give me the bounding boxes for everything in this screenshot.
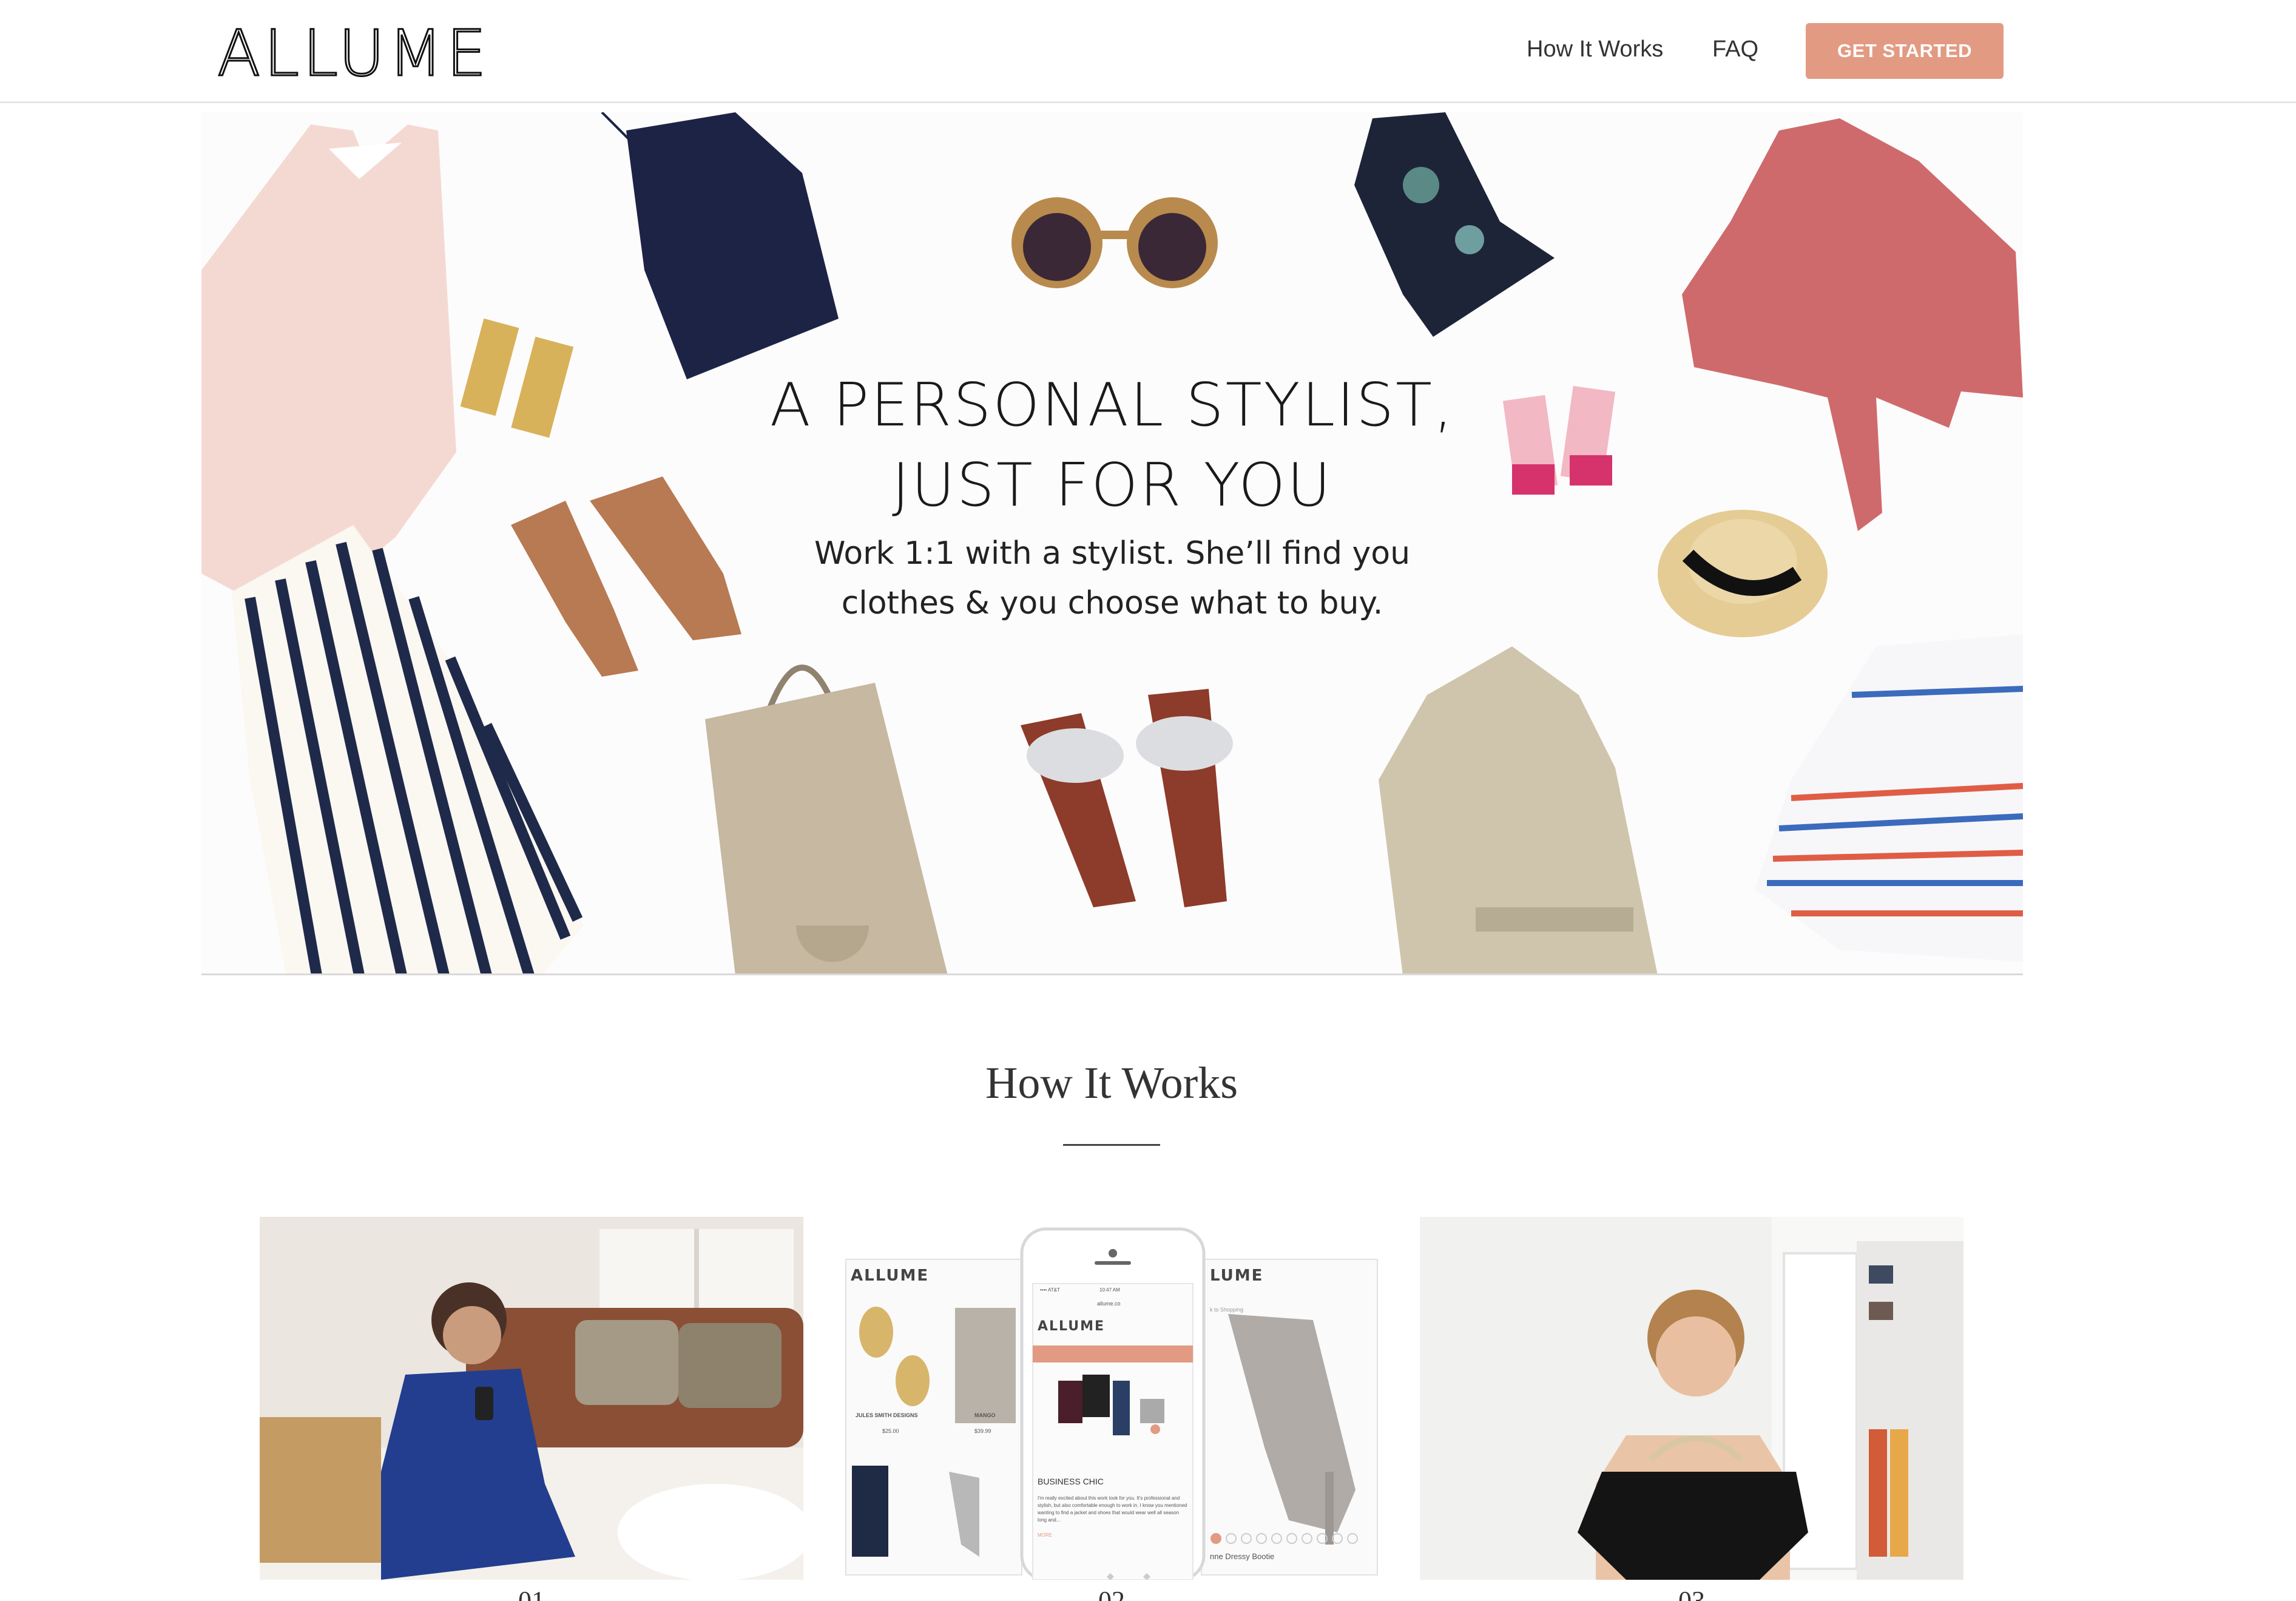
left-item2-price: $39.99 [974, 1428, 991, 1434]
nav-how-it-works[interactable]: How It Works [1527, 35, 1663, 63]
right-screen-caption: nne Dressy Bootie [1210, 1552, 1275, 1561]
how-it-works-card-2: ALLUME JULES SMITH DESIGNS $25.00 MANGO … [840, 1217, 1383, 1580]
scarf-image [1354, 112, 1555, 337]
how-it-works-card-1 [260, 1217, 803, 1580]
how-it-works-heading: How It Works [985, 1058, 1238, 1108]
step-number-2: 02 [1098, 1586, 1125, 1601]
phone-look-tag: BUSINESS CHIC [1038, 1477, 1104, 1486]
how-it-works-card-3 [1420, 1217, 1963, 1580]
left-item-price: $25.00 [882, 1428, 899, 1434]
right-screen-subtitle: k to Shopping [1210, 1307, 1244, 1313]
sunglasses-image [1011, 197, 1218, 288]
step-number-1: 01 [518, 1586, 545, 1601]
get-started-button[interactable]: GET STARTED [1806, 23, 2004, 79]
white-embroidered-skirt-image [1755, 634, 2023, 962]
tote-bag-image [705, 665, 948, 973]
navy-top-image [601, 112, 839, 379]
phone-time: 10:47 AM [1099, 1287, 1120, 1293]
hero-subtitle-line-1: Work 1:1 with a stylist. She’ll find you [814, 535, 1411, 572]
nav-faq[interactable]: FAQ [1712, 35, 1758, 63]
left-item-brand: JULES SMITH DESIGNS [856, 1412, 918, 1418]
hero-title-line-1: A PERSONAL STYLIST, [769, 371, 1455, 440]
hero-subtitle-line-2: clothes & you choose what to buy. [841, 585, 1383, 621]
woman-with-dress-photo [1420, 1217, 1963, 1580]
left-item2-brand: MANGO [974, 1412, 996, 1418]
section-divider [1063, 1144, 1160, 1146]
phone-url: allume.co [1097, 1301, 1121, 1307]
phone-carrier: •••• AT&T [1040, 1287, 1060, 1293]
woman-with-phone-photo [260, 1217, 803, 1580]
beige-jacket-image [1379, 646, 1658, 973]
slide-sandals-image [1021, 689, 1233, 907]
allume-logo[interactable]: ALLUME [216, 16, 490, 91]
hero-title-line-2: JUST FOR YOU [892, 451, 1332, 520]
step-number-3: 03 [1678, 1586, 1705, 1601]
right-screen-logo: LUME [1210, 1267, 1264, 1285]
hero-banner: A PERSONAL STYLIST, JUST FOR YOU Work 1:… [201, 112, 2023, 975]
site-header: ALLUME How It Works FAQ GET STARTED [0, 0, 2296, 103]
left-screen-logo: ALLUME [851, 1267, 930, 1285]
phone-more-link[interactable]: MORE [1038, 1532, 1052, 1538]
phone-logo: ALLUME [1038, 1319, 1106, 1334]
phone-look-description: I'm really excited about this work look … [1038, 1495, 1187, 1523]
